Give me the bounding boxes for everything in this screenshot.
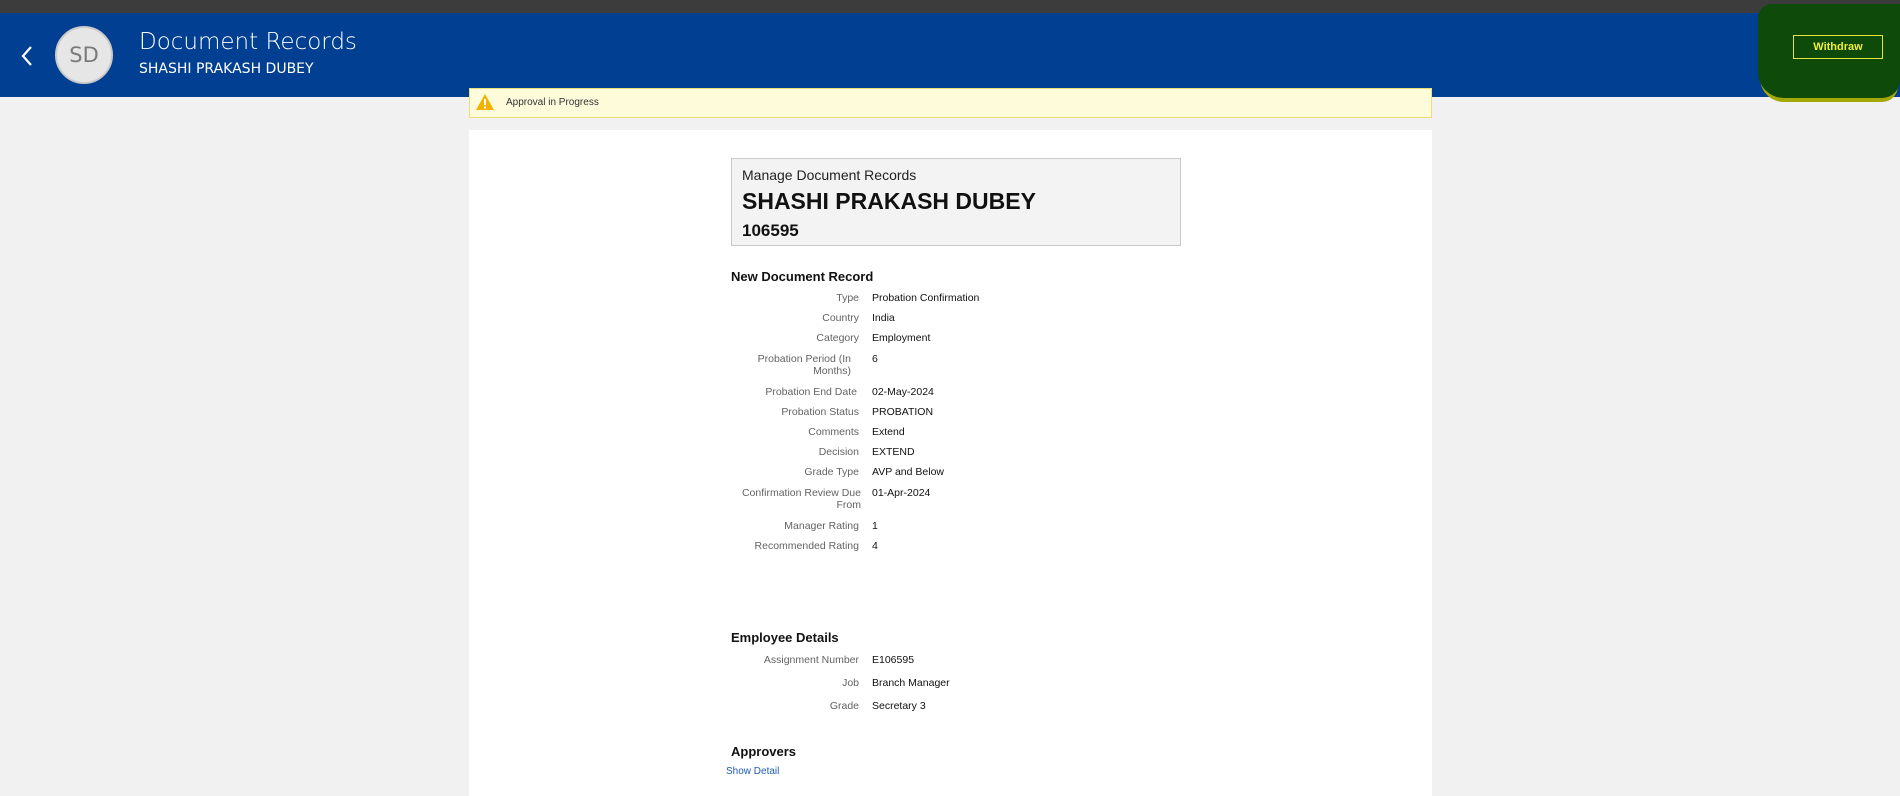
field-label: Grade Type	[804, 466, 859, 478]
field-label: Probation Status	[781, 406, 859, 418]
field-label: Comments	[808, 426, 859, 438]
field-row: Grade Type AVP and Below	[731, 466, 1191, 482]
field-label: Decision	[818, 446, 859, 458]
field-label: Manager Rating	[784, 520, 859, 532]
page-header: SD Document Records SHASHI PRAKASH DUBEY	[0, 13, 1900, 97]
show-detail-link[interactable]: Show Detail	[726, 766, 779, 777]
new-document-section-title: New Document Record	[731, 269, 874, 284]
field-row: Comments Extend	[731, 426, 1191, 442]
field-label: Category	[816, 332, 859, 344]
field-value: 01-Apr-2024	[872, 487, 931, 499]
employee-name: SHASHI PRAKASH DUBEY	[742, 188, 1036, 214]
withdraw-button[interactable]: Withdraw	[1793, 35, 1883, 59]
field-value: Probation Confirmation	[872, 292, 980, 304]
field-value: E106595	[872, 654, 915, 666]
employee-details-section-title: Employee Details	[731, 630, 839, 645]
record-summary: Manage Document Records SHASHI PRAKASH D…	[731, 158, 1181, 246]
chevron-left-icon	[21, 46, 32, 66]
field-value: 02-May-2024	[872, 386, 934, 398]
field-row: Recommended Rating 4	[731, 540, 1191, 556]
field-row: Probation Period (In Months) 6	[731, 353, 1191, 377]
field-row: Job Branch Manager	[731, 677, 1191, 693]
field-value: India	[872, 312, 895, 324]
status-banner: Approval in Progress	[469, 88, 1432, 118]
browser-top-strip	[0, 0, 1900, 13]
field-value: Branch Manager	[872, 677, 950, 689]
field-label: Grade	[829, 700, 859, 712]
field-value: EXTEND	[872, 446, 915, 458]
field-row: Decision EXTEND	[731, 446, 1191, 462]
page-subtitle: SHASHI PRAKASH DUBEY	[139, 61, 314, 77]
field-label: Country	[822, 312, 859, 324]
field-value: 6	[872, 353, 878, 365]
field-value: 1	[872, 520, 878, 532]
field-value: Extend	[872, 426, 905, 438]
field-label: Job	[842, 677, 859, 689]
avatar: SD	[55, 26, 113, 84]
field-row: Grade Secretary 3	[731, 700, 1191, 716]
field-value: 4	[872, 540, 878, 552]
field-value: Employment	[872, 332, 931, 344]
field-label: Recommended Rating	[754, 540, 859, 552]
field-row: Country India	[731, 312, 1191, 328]
field-label: Probation End Date	[765, 386, 857, 398]
approvers-section-title: Approvers	[731, 744, 797, 759]
field-row: Assignment Number E106595	[731, 654, 1191, 670]
field-value: AVP and Below	[872, 466, 944, 478]
field-row: Type Probation Confirmation	[731, 292, 1191, 308]
employee-number: 106595	[742, 221, 799, 240]
field-label: Confirmation Review Due From	[741, 487, 861, 511]
field-row: Confirmation Review Due From 01-Apr-2024	[731, 487, 1191, 511]
field-row: Manager Rating 1	[731, 520, 1191, 536]
field-value: PROBATION	[872, 406, 934, 418]
field-label: Type	[836, 292, 859, 304]
field-label: Assignment Number	[763, 654, 859, 666]
field-row: Probation End Date 02-May-2024	[731, 386, 1191, 402]
page-title: Document Records	[139, 29, 357, 55]
field-value: Secretary 3	[872, 700, 926, 712]
warning-icon	[476, 94, 494, 110]
status-text: Approval in Progress	[506, 97, 599, 108]
field-row: Probation Status PROBATION	[731, 406, 1191, 422]
field-row: Category Employment	[731, 332, 1191, 348]
back-button[interactable]	[10, 39, 44, 73]
field-label: Probation Period (In Months)	[757, 353, 851, 377]
summary-label: Manage Document Records	[742, 167, 917, 183]
